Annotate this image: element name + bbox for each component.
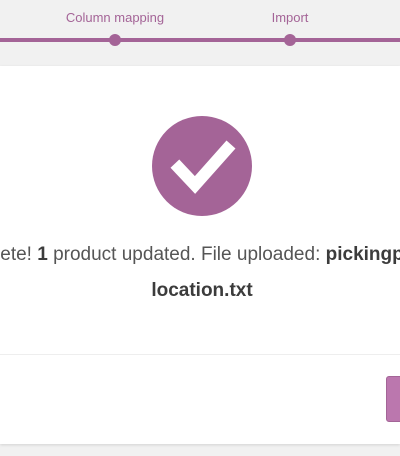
- import-result-card: ete! 1 product updated. File uploaded: p…: [0, 66, 400, 444]
- view-products-button[interactable]: [386, 376, 400, 422]
- import-complete-message: ete! 1 product updated. File uploaded: p…: [0, 244, 400, 266]
- message-prefix: ete!: [0, 244, 38, 265]
- step-import-label: Import: [271, 10, 309, 25]
- actions-divider: [0, 354, 400, 355]
- checkmark-glyph: [170, 140, 236, 194]
- step-column-mapping-dot: [109, 34, 121, 46]
- progress-steps: Column mapping Import: [0, 0, 400, 66]
- message-middle: product updated. File uploaded:: [47, 244, 326, 265]
- checkmark-icon: [152, 116, 252, 216]
- progress-line: [0, 38, 400, 42]
- file-name-part1: pickingp: [325, 244, 400, 265]
- file-name-part2: location.txt: [151, 280, 253, 301]
- step-column-mapping-label: Column mapping: [65, 10, 165, 25]
- updated-count: 1: [37, 244, 48, 265]
- step-import-dot: [284, 34, 296, 46]
